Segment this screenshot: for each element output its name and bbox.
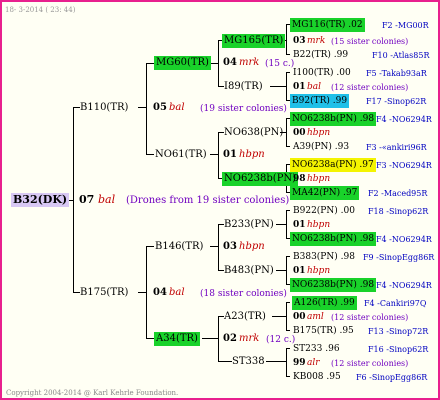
l3-e-generation: 03 <box>223 241 237 252</box>
l4-origin-code: F4 -NO6294R <box>376 281 432 290</box>
l4-queen: A126(TR) .99 <box>292 296 357 310</box>
l3-a-mark: mrk <box>239 57 260 68</box>
l4-queen: NO6238b(PN) .98 <box>290 112 377 126</box>
l4-origin-code: F10 -Atlas85R <box>372 51 430 60</box>
l1-b-mark: bal <box>169 287 185 298</box>
l4-mark: mrk <box>307 36 326 46</box>
l3-queen-c: NO638(PN) <box>224 127 284 138</box>
l4-queen: MA42(PN) .97 <box>290 186 360 200</box>
l4-origin-code: F4 -Cankiri97Q <box>364 299 427 308</box>
l4-queen: B92(TR) .99 <box>290 94 350 108</box>
l4-origin-code: F9 -SinopEgg86R <box>363 253 435 262</box>
l4-queen: B22(TR) .99 <box>293 50 349 60</box>
l3-queen-h: ST338 <box>232 356 265 367</box>
l4-generation: 01 <box>293 220 306 230</box>
l4-generation: 01 <box>293 82 306 92</box>
l1-a-note: (19 sister colonies) <box>200 104 287 114</box>
l3-queen-d: NO6238b(PN) <box>222 172 299 186</box>
l4-queen: B383(PN) .98 <box>293 252 355 262</box>
l4-queen: I100(TR) .00 <box>293 68 351 78</box>
copyright: Copyright 2004-2014 @ Karl Kehrle Founda… <box>6 389 179 397</box>
l4-generation: 00 <box>293 312 306 322</box>
l4-origin-code: F3 -«ankiri96R <box>366 143 427 152</box>
l4-generation: 03 <box>293 36 306 46</box>
l2-queen-c: B146(TR) <box>155 241 204 252</box>
l4-note: (12 sister colonies) <box>331 359 409 368</box>
print-date: 18- 3-2014 ( 23: 44) <box>5 6 76 14</box>
l4-origin-code: F17 -Sinop62R <box>366 97 427 106</box>
l3-e-mark: hbpn <box>239 241 265 252</box>
l2-queen-a: MG60(TR) <box>154 56 211 70</box>
root-mark: bal <box>98 193 116 206</box>
l4-origin-code: F2 -MG00R <box>382 21 429 30</box>
root-queen: B32(DK) <box>11 193 70 207</box>
l4-origin-code: F6 -SinopEgg86R <box>356 373 428 382</box>
l4-mark: hbpn <box>307 220 331 230</box>
l4-generation: 00 <box>293 128 306 138</box>
l1-queen-b: B175(TR) <box>80 287 129 298</box>
l4-queen: B175(TR) .95 <box>293 326 354 336</box>
l2-queen-b: NO61(TR) <box>155 149 207 160</box>
l4-origin-code: F2 -Maced95R <box>368 189 428 198</box>
l4-mark: hbpn <box>307 128 331 138</box>
l1-b-note: (18 sister colonies) <box>200 289 287 299</box>
l4-note: (15 sister colonies) <box>331 37 409 46</box>
root-drone-note: (Drones from 19 sister colonies) <box>126 195 290 206</box>
l1-b-generation: 04 <box>153 287 167 298</box>
l4-queen: NO6238b(PN) .98 <box>290 232 377 246</box>
l4-origin-code: F18 -Sinop62R <box>368 207 429 216</box>
l3-queen-g: A23(TR) <box>224 311 266 322</box>
l3-queen-f: B483(PN) <box>224 265 274 276</box>
l4-queen: KB008 .95 <box>293 372 341 382</box>
l2-d-mark: mrk <box>239 333 260 344</box>
l4-queen: ST233 .96 <box>293 344 340 354</box>
l4-queen: A39(PN) .93 <box>293 142 350 152</box>
l3-a-generation: 04 <box>223 57 237 68</box>
l2-queen-d: A34(TR) <box>154 332 200 346</box>
l2-d-generation: 02 <box>223 333 237 344</box>
l1-queen-a: B110(TR) <box>80 102 129 113</box>
l2-b-mark: hbpn <box>239 149 265 160</box>
l4-mark: hbpn <box>307 174 331 184</box>
l3-a-note: (15 c.) <box>265 59 295 69</box>
l3-queen-a: MG165(TR) <box>222 34 286 48</box>
l1-a-mark: bal <box>169 102 185 113</box>
l4-queen: NO6238a(PN) .97 <box>290 158 376 172</box>
l2-d-note: (12 c.) <box>266 335 296 345</box>
l4-generation: 98 <box>293 174 306 184</box>
l4-generation: 99 <box>293 358 306 368</box>
l4-mark: alr <box>307 358 320 368</box>
l4-origin-code: F4 -NO6294R <box>376 115 432 124</box>
l3-queen-b: I89(TR) <box>224 81 263 92</box>
l4-note: (12 sister colonies) <box>331 83 409 92</box>
l4-mark: bal <box>307 82 322 92</box>
l2-b-generation: 01 <box>223 149 237 160</box>
l4-generation: 01 <box>293 266 306 276</box>
pedigree-chart: { "header": {"date": "18- 3-2014 ( 23: 4… <box>0 0 440 400</box>
root-generation: 07 <box>79 193 95 206</box>
l3-queen-e: B233(PN) <box>224 219 274 230</box>
l4-mark: aml <box>307 312 324 322</box>
l4-origin-code: F3 -NO6294R <box>376 161 432 170</box>
l4-origin-code: F16 -Sinop62R <box>368 345 429 354</box>
l4-note: (12 sister colonies) <box>331 313 409 322</box>
l4-origin-code: F4 -NO6294R <box>376 235 432 244</box>
l4-queen: B922(PN) .00 <box>293 206 355 216</box>
l4-queen: MG116(TR) .02 <box>290 18 365 32</box>
l4-queen: NO6238b(PN) .98 <box>290 278 377 292</box>
l4-mark: hbpn <box>307 266 331 276</box>
l4-origin-code: F5 -Takab93aR <box>366 69 427 78</box>
l4-origin-code: F13 -Sinop72R <box>368 327 429 336</box>
l1-a-generation: 05 <box>153 102 167 113</box>
